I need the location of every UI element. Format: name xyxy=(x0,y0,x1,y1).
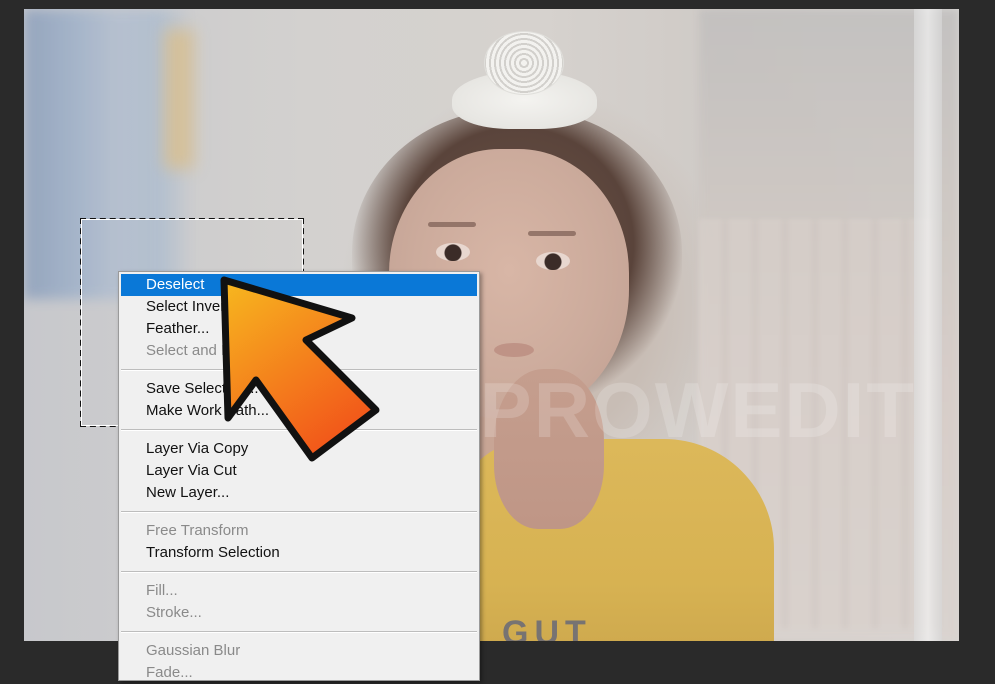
menu-separator xyxy=(121,511,477,513)
child-right-brow xyxy=(528,231,576,236)
child-left-eye xyxy=(436,243,470,261)
background-curtain-stripe xyxy=(164,29,194,169)
menu-item-free-transform: Free Transform xyxy=(146,522,249,539)
child-left-brow xyxy=(428,222,476,227)
menu-item-gaussian-blur: Gaussian Blur xyxy=(146,642,241,659)
arrow-pointer-icon xyxy=(220,276,380,462)
menu-separator xyxy=(121,571,477,573)
crochet-flower xyxy=(484,31,564,95)
child-mouth xyxy=(494,343,534,357)
menu-item-fade: Fade... xyxy=(146,664,193,681)
menu-item-transform-selection[interactable]: Transform Selection xyxy=(119,542,479,564)
menu-item-stroke: Stroke... xyxy=(146,604,202,621)
menu-item-fill: Fill... xyxy=(146,582,178,599)
menu-item-new-layer[interactable]: New Layer... xyxy=(119,482,479,504)
child-right-eye xyxy=(536,252,570,270)
shirt-print: GUT xyxy=(502,614,592,641)
background-pole xyxy=(914,9,942,641)
menu-separator xyxy=(121,631,477,633)
